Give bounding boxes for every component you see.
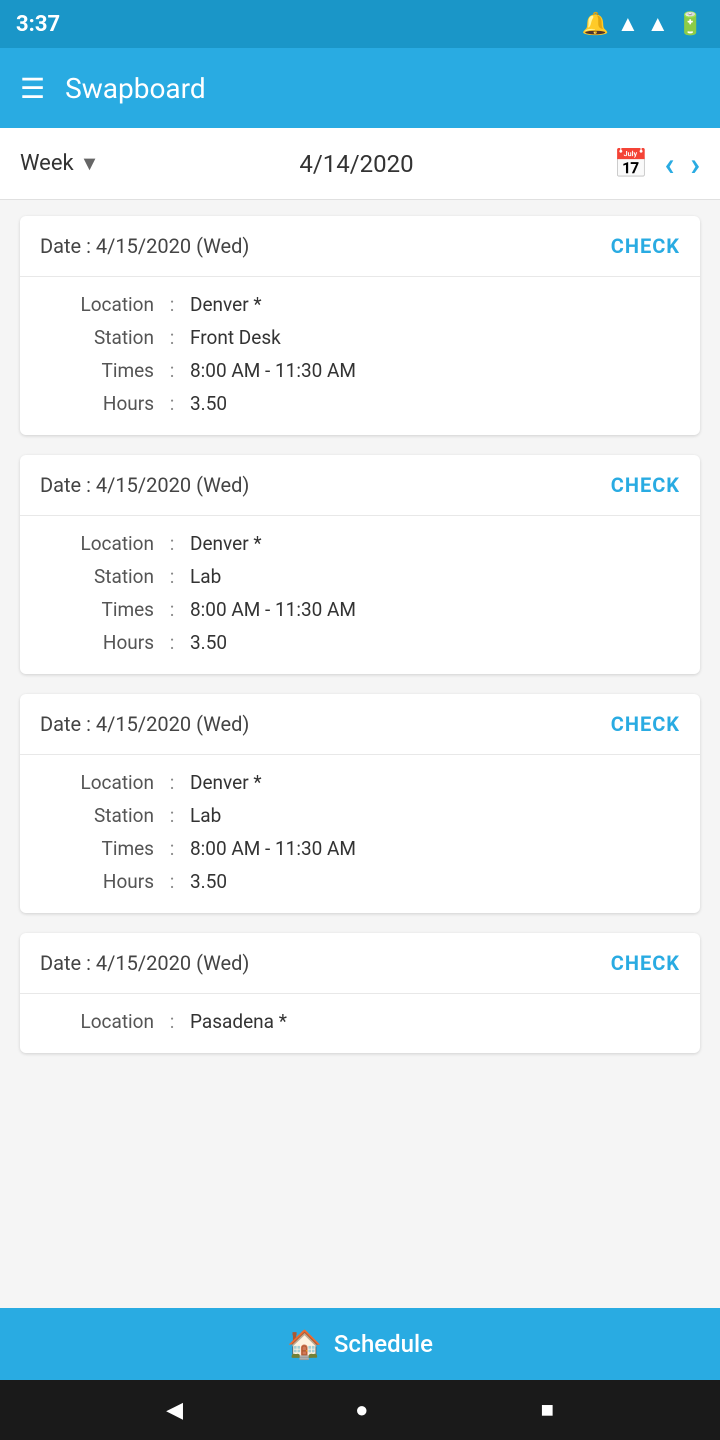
shift-card: Date : 4/15/2020 (Wed) CHECK Location : … [20, 933, 700, 1053]
times-row: Times : 8:00 AM - 11:30 AM [44, 598, 676, 621]
recents-button[interactable]: ■ [541, 1397, 554, 1423]
station-value: Lab [190, 804, 221, 827]
location-row: Location : Denver * [44, 532, 676, 555]
week-dropdown-icon: ▼ [80, 151, 100, 176]
hours-label: Hours [44, 392, 154, 415]
status-icons: 🔔 ▲ ▲ 🔋 [582, 11, 704, 37]
schedule-label: Schedule [334, 1330, 433, 1358]
station-label: Station [44, 565, 154, 588]
location-value: Denver * [190, 771, 262, 794]
calendar-icon[interactable]: 📅 [613, 147, 648, 180]
location-label: Location [44, 532, 154, 555]
times-row: Times : 8:00 AM - 11:30 AM [44, 837, 676, 860]
shift-card: Date : 4/15/2020 (Wed) CHECK Location : … [20, 455, 700, 674]
station-label: Station [44, 804, 154, 827]
times-value: 8:00 AM - 11:30 AM [190, 837, 356, 860]
station-sep: : [154, 326, 190, 349]
hours-sep: : [154, 392, 190, 415]
station-label: Station [44, 326, 154, 349]
shift-card: Date : 4/15/2020 (Wed) CHECK Location : … [20, 694, 700, 913]
card-date: Date : 4/15/2020 (Wed) [40, 234, 249, 258]
location-sep: : [154, 532, 190, 555]
hours-label: Hours [44, 870, 154, 893]
location-value: Denver * [190, 532, 262, 555]
location-sep: : [154, 293, 190, 316]
times-label: Times [44, 837, 154, 860]
location-row: Location : Denver * [44, 293, 676, 316]
check-button[interactable]: CHECK [611, 234, 680, 258]
station-value: Front Desk [190, 326, 281, 349]
nav-bar: Week ▼ 4/14/2020 📅 ‹ › [0, 128, 720, 200]
card-header: Date : 4/15/2020 (Wed) CHECK [20, 455, 700, 516]
wifi-icon: ▲ [647, 11, 669, 37]
card-date: Date : 4/15/2020 (Wed) [40, 951, 249, 975]
hours-row: Hours : 3.50 [44, 870, 676, 893]
schedule-icon: 🏠 [287, 1328, 322, 1361]
card-date: Date : 4/15/2020 (Wed) [40, 473, 249, 497]
date-display: 4/14/2020 [115, 150, 597, 178]
card-header: Date : 4/15/2020 (Wed) CHECK [20, 933, 700, 994]
hours-row: Hours : 3.50 [44, 392, 676, 415]
card-body: Location : Denver * Station : Lab Times … [20, 755, 700, 913]
app-title: Swapboard [65, 72, 700, 105]
next-week-button[interactable]: › [690, 145, 700, 183]
location-sep: : [154, 1010, 190, 1033]
station-value: Lab [190, 565, 221, 588]
hours-value: 3.50 [190, 631, 227, 654]
station-row: Station : Lab [44, 804, 676, 827]
times-row: Times : 8:00 AM - 11:30 AM [44, 359, 676, 382]
station-row: Station : Front Desk [44, 326, 676, 349]
status-time: 3:37 [16, 12, 60, 37]
check-button[interactable]: CHECK [611, 712, 680, 736]
shift-card: Date : 4/15/2020 (Wed) CHECK Location : … [20, 216, 700, 435]
station-sep: : [154, 565, 190, 588]
card-header: Date : 4/15/2020 (Wed) CHECK [20, 694, 700, 755]
main-content: Date : 4/15/2020 (Wed) CHECK Location : … [0, 200, 720, 1308]
location-label: Location [44, 293, 154, 316]
times-sep: : [154, 598, 190, 621]
signal-icon: ▲ [617, 11, 639, 37]
hours-value: 3.50 [190, 870, 227, 893]
home-button[interactable]: ● [355, 1397, 368, 1423]
card-body: Location : Pasadena * [20, 994, 700, 1053]
hours-label: Hours [44, 631, 154, 654]
hours-sep: : [154, 631, 190, 654]
times-sep: : [154, 837, 190, 860]
times-value: 8:00 AM - 11:30 AM [190, 359, 356, 382]
prev-week-button[interactable]: ‹ [664, 145, 674, 183]
android-nav: ◀ ● ■ [0, 1380, 720, 1440]
app-bar: ☰ Swapboard [0, 48, 720, 128]
card-body: Location : Denver * Station : Front Desk… [20, 277, 700, 435]
times-label: Times [44, 598, 154, 621]
station-sep: : [154, 804, 190, 827]
bottom-nav[interactable]: 🏠 Schedule [0, 1308, 720, 1380]
hours-value: 3.50 [190, 392, 227, 415]
notification-icon: 🔔 [582, 12, 609, 37]
location-value: Pasadena * [190, 1010, 287, 1033]
location-row: Location : Pasadena * [44, 1010, 676, 1033]
location-label: Location [44, 1010, 154, 1033]
week-label: Week [20, 151, 74, 176]
times-value: 8:00 AM - 11:30 AM [190, 598, 356, 621]
location-label: Location [44, 771, 154, 794]
battery-icon: 🔋 [677, 12, 704, 37]
status-bar: 3:37 🔔 ▲ ▲ 🔋 [0, 0, 720, 48]
check-button[interactable]: CHECK [611, 473, 680, 497]
location-row: Location : Denver * [44, 771, 676, 794]
location-value: Denver * [190, 293, 262, 316]
week-selector[interactable]: Week ▼ [20, 151, 99, 176]
card-body: Location : Denver * Station : Lab Times … [20, 516, 700, 674]
station-row: Station : Lab [44, 565, 676, 588]
location-sep: : [154, 771, 190, 794]
check-button[interactable]: CHECK [611, 951, 680, 975]
card-date: Date : 4/15/2020 (Wed) [40, 712, 249, 736]
times-sep: : [154, 359, 190, 382]
hours-row: Hours : 3.50 [44, 631, 676, 654]
back-button[interactable]: ◀ [166, 1398, 183, 1423]
times-label: Times [44, 359, 154, 382]
hamburger-icon[interactable]: ☰ [20, 72, 45, 105]
card-header: Date : 4/15/2020 (Wed) CHECK [20, 216, 700, 277]
hours-sep: : [154, 870, 190, 893]
